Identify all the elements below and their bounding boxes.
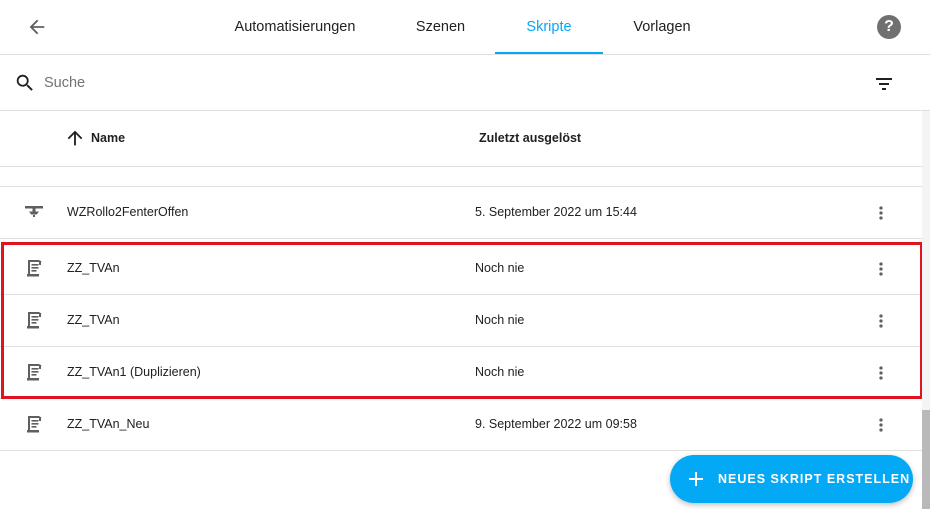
dots-vertical-icon — [879, 262, 883, 276]
help-button[interactable]: ? — [877, 15, 901, 39]
script-text-icon — [27, 416, 42, 433]
search-input[interactable] — [44, 71, 804, 95]
top-app-bar: Automatisierungen Szenen Skripte Vorlage… — [0, 0, 930, 55]
tab-szenen[interactable]: Szenen — [403, 0, 478, 54]
row-name: ZZ_TVAn1 (Duplizieren) — [67, 365, 201, 379]
magnify-icon — [16, 74, 33, 91]
table-row[interactable]: ZZ_TVAn Noch nie — [0, 243, 922, 295]
back-button[interactable] — [22, 12, 52, 42]
filter-icon[interactable] — [872, 72, 896, 96]
table-row[interactable]: ZZ_TVAn Noch nie — [0, 295, 922, 347]
scrollbar-thumb[interactable] — [922, 410, 930, 509]
column-header-name[interactable]: Name — [91, 131, 125, 145]
table-row-partial — [0, 167, 922, 187]
dots-vertical-icon — [879, 418, 883, 432]
row-name: WZRollo2FenterOffen — [67, 205, 189, 219]
add-script-button[interactable]: NEUES SKRIPT ERSTELLEN — [670, 455, 913, 503]
row-last-triggered: 5. September 2022 um 15:44 — [475, 205, 637, 219]
arrow-left-icon — [29, 19, 45, 35]
row-last-triggered: Noch nie — [475, 313, 525, 327]
tab-vorlagen[interactable]: Vorlagen — [622, 0, 702, 54]
table-header: Name Zuletzt ausgelöst — [0, 111, 922, 167]
row-name: ZZ_TVAn_Neu — [67, 417, 150, 431]
dots-vertical-icon — [879, 366, 883, 380]
ceiling-lamp-icon — [25, 206, 43, 217]
search-bar — [0, 55, 930, 111]
table-row[interactable]: WZRollo2FenterOffen 5. September 2022 um… — [0, 187, 922, 239]
add-script-label: NEUES SKRIPT ERSTELLEN — [718, 472, 911, 486]
table-row[interactable]: ZZ_TVAn1 (Duplizieren) Noch nie — [0, 347, 922, 399]
row-last-triggered: 9. September 2022 um 09:58 — [475, 417, 637, 431]
active-tab-indicator — [495, 52, 603, 54]
overflow-menu-button[interactable] — [869, 413, 893, 437]
tab-skripte[interactable]: Skripte — [495, 0, 603, 54]
overflow-menu-button[interactable] — [869, 361, 893, 385]
dots-vertical-icon — [879, 314, 883, 328]
script-text-icon — [27, 260, 42, 277]
script-text-icon — [27, 312, 42, 329]
overflow-menu-button[interactable] — [869, 309, 893, 333]
overflow-menu-button[interactable] — [869, 257, 893, 281]
row-last-triggered: Noch nie — [475, 261, 525, 275]
overflow-menu-button[interactable] — [869, 201, 893, 225]
column-header-last-triggered[interactable]: Zuletzt ausgelöst — [479, 131, 581, 145]
arrow-up-icon[interactable] — [64, 127, 86, 149]
plus-icon — [689, 472, 703, 486]
table-row[interactable]: ZZ_TVAn_Neu 9. September 2022 um 09:58 — [0, 399, 922, 451]
row-name: ZZ_TVAn — [67, 261, 120, 275]
row-last-triggered: Noch nie — [475, 365, 525, 379]
tab-automatisierungen[interactable]: Automatisierungen — [222, 0, 368, 54]
row-name: ZZ_TVAn — [67, 313, 120, 327]
script-text-icon — [27, 364, 42, 381]
dots-vertical-icon — [879, 206, 883, 220]
help-circle-icon: ? — [884, 18, 894, 35]
